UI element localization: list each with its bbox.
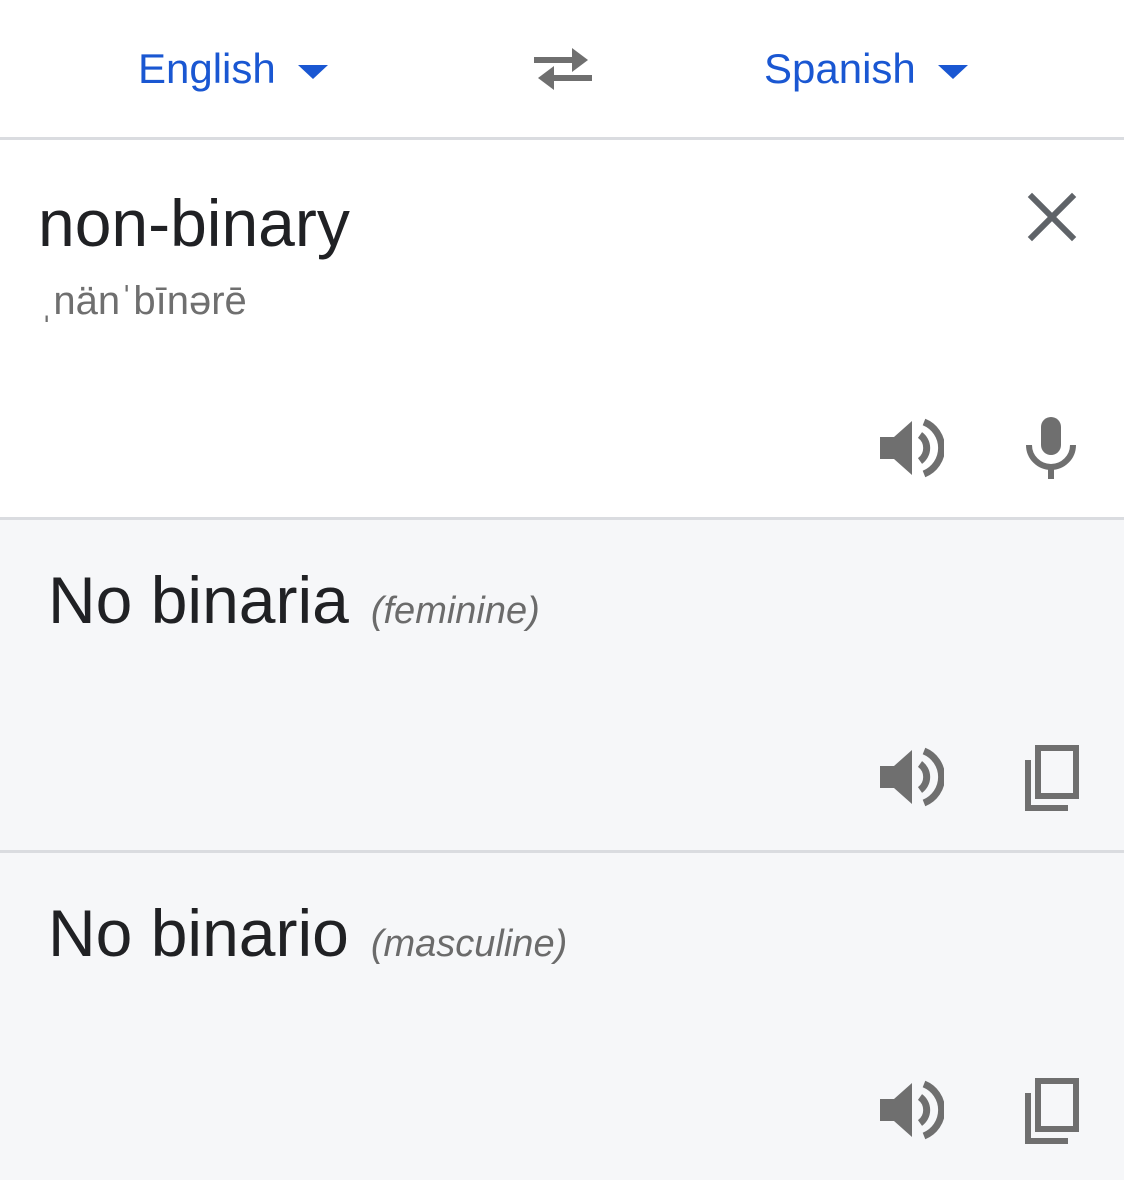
speaker-icon[interactable] [874, 413, 944, 483]
swap-arrows-icon[interactable] [530, 40, 596, 96]
gender-label: (feminine) [370, 590, 540, 632]
translation-result-masculine: No binario (masculine) [0, 853, 1124, 1180]
caret-down-icon [297, 65, 328, 79]
phonetic-transcription: ˌnänˈbīnərē [40, 279, 247, 323]
speaker-icon[interactable] [874, 742, 944, 812]
copy-icon[interactable] [1016, 742, 1086, 812]
result-text-row: No binaria (feminine) [48, 562, 540, 638]
close-icon[interactable] [1020, 185, 1084, 249]
microphone-icon[interactable] [1016, 413, 1086, 483]
source-text-input[interactable]: non-binary [38, 185, 350, 261]
result-text-row: No binario (masculine) [48, 895, 567, 971]
source-language-label: English [138, 45, 276, 92]
speaker-icon[interactable] [874, 1075, 944, 1145]
target-language-selector[interactable]: Spanish [764, 44, 968, 94]
language-bar: English Spanish [0, 0, 1124, 140]
gender-label: (masculine) [370, 923, 568, 965]
source-language-selector[interactable]: English [138, 44, 328, 94]
translation-result-feminine: No binaria (feminine) [0, 520, 1124, 850]
target-language-label: Spanish [764, 45, 916, 92]
copy-icon[interactable] [1016, 1075, 1086, 1145]
input-panel: non-binary ˌnänˈbīnərē [0, 143, 1124, 517]
translation-text: No binaria [48, 563, 349, 637]
translation-text: No binario [48, 896, 349, 970]
caret-down-icon [937, 65, 968, 79]
